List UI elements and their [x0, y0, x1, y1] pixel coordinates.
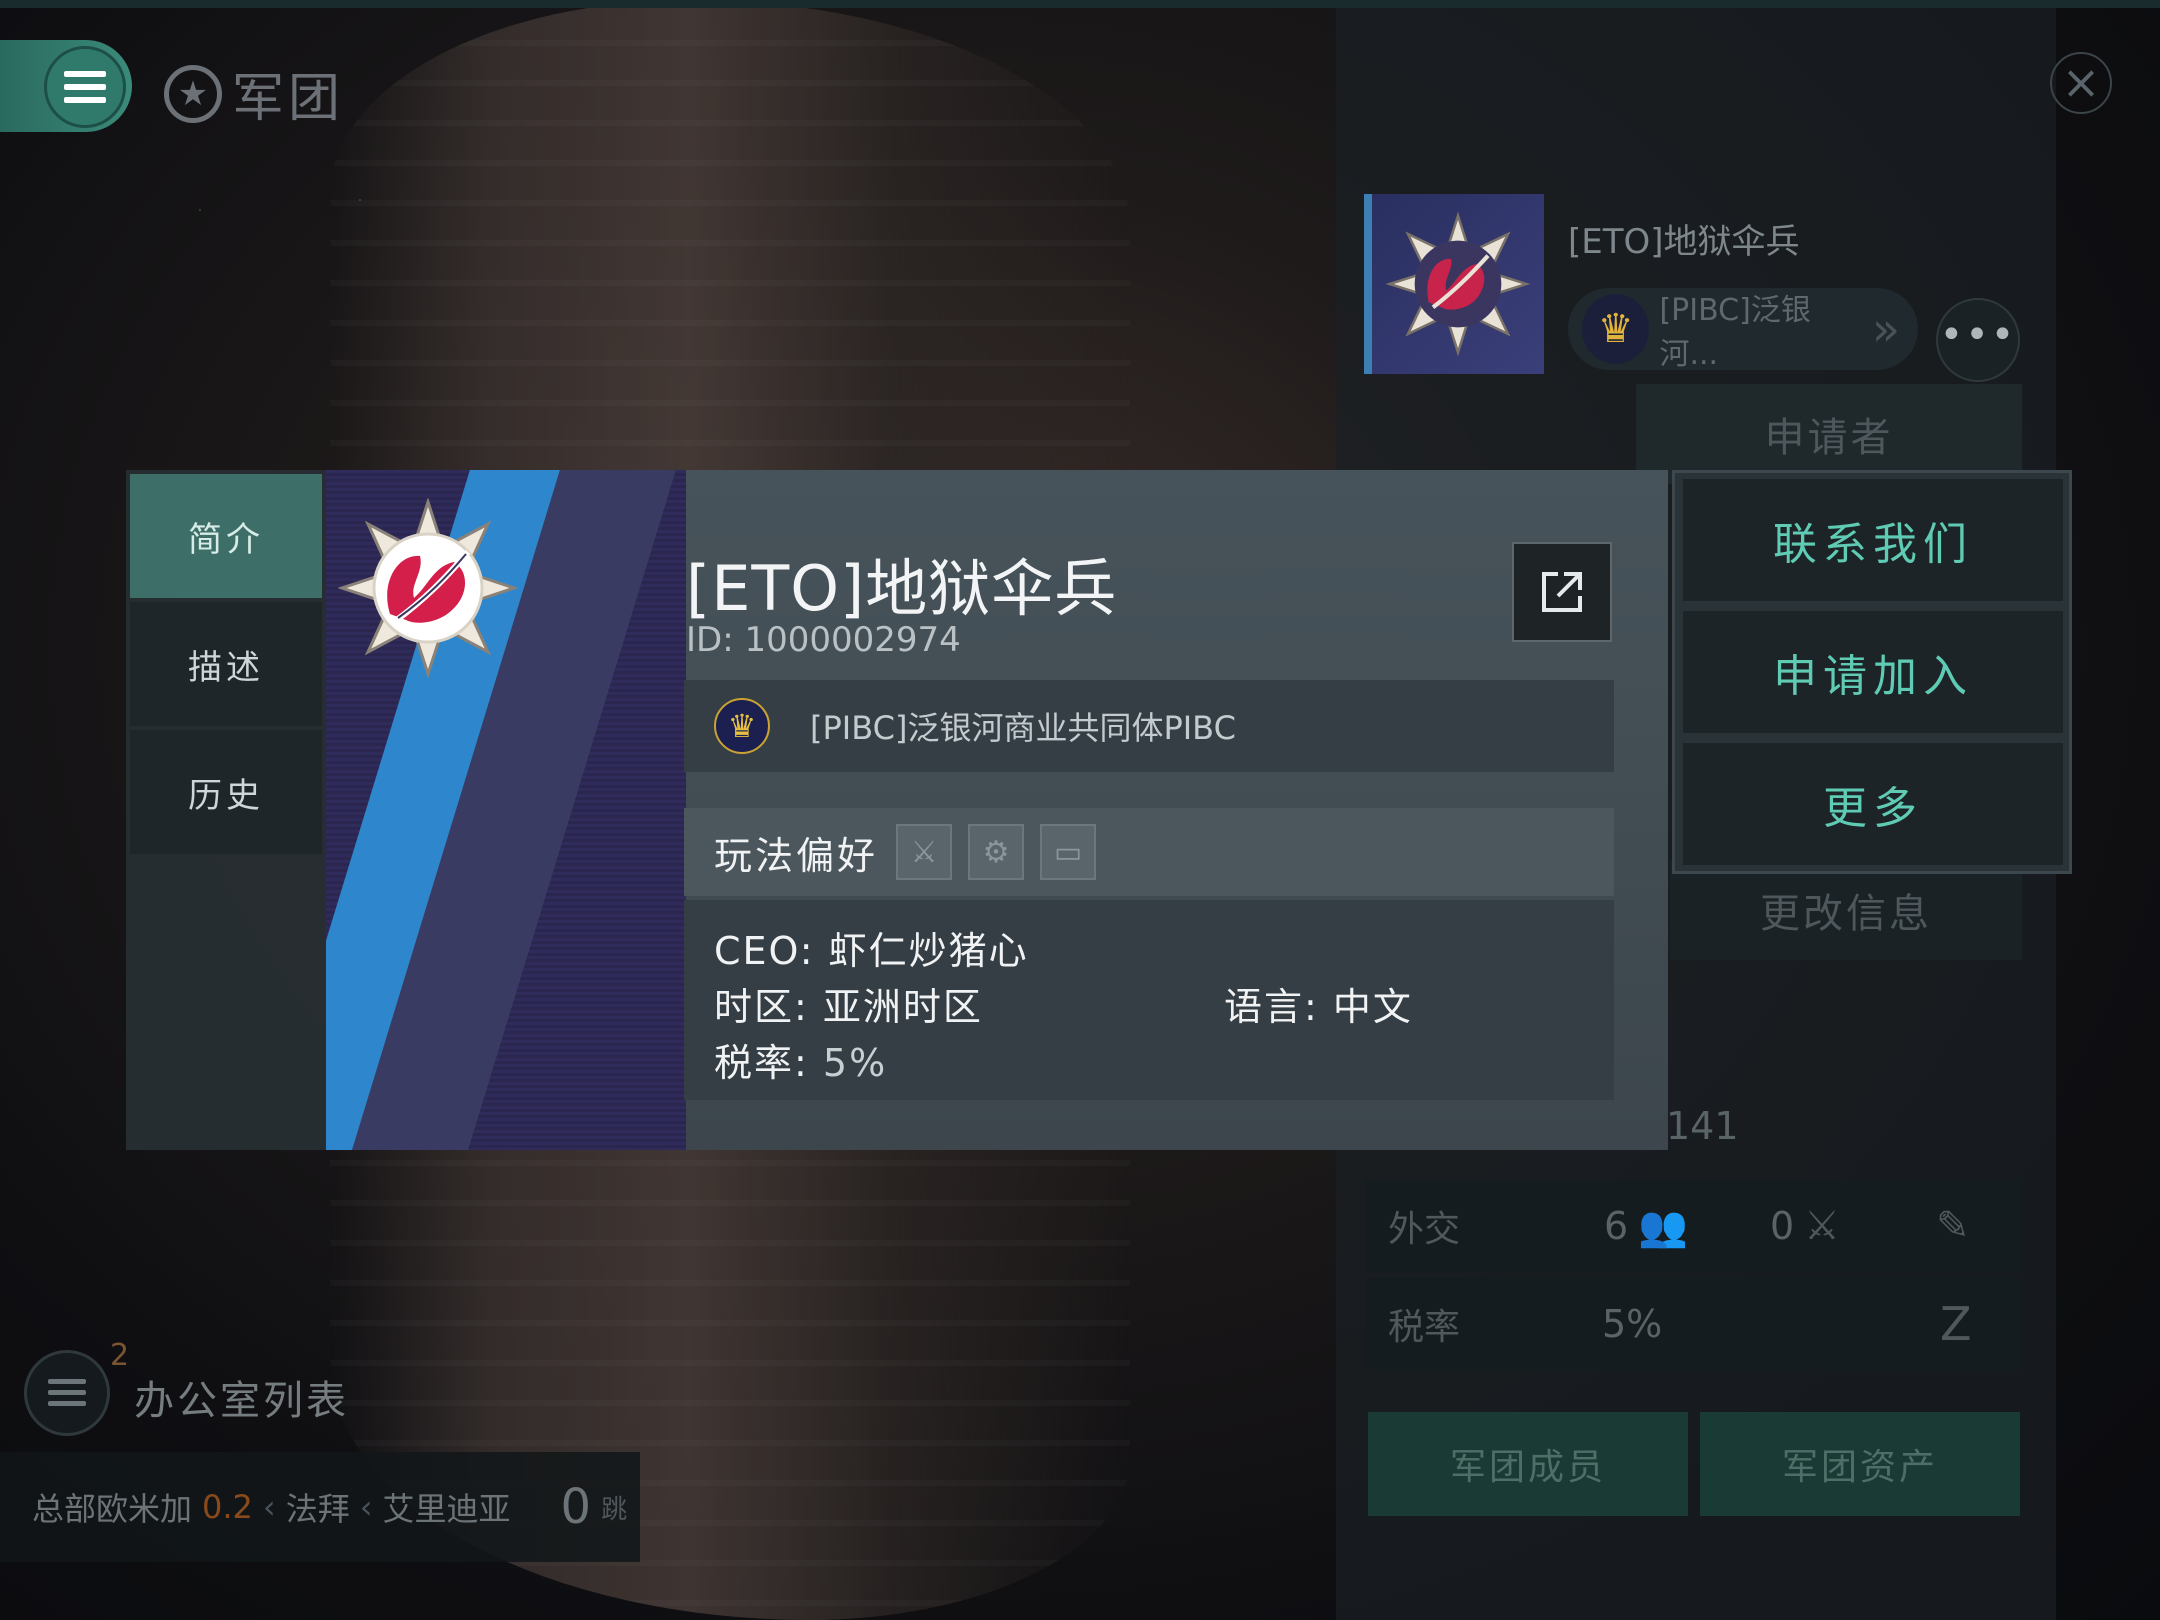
diplomacy-hostile-count: 0 — [1770, 1204, 1795, 1248]
action-column: 联系我们 申请加入 更多 — [1672, 470, 2072, 874]
tax-value: 5% — [1602, 1302, 1663, 1346]
office-list-label[interactable]: 办公室列表 — [134, 1368, 349, 1426]
top-edge — [0, 0, 2160, 8]
jump-count: 0 — [560, 1479, 592, 1535]
pvp-swords-icon[interactable]: ⚔ — [896, 824, 953, 880]
corp-star-icon: ★ — [164, 64, 222, 123]
tax-settings-icon[interactable]: Z — [1940, 1297, 1972, 1351]
tax-line: 税率: 5% — [714, 1032, 887, 1087]
corp-info-modal: 简介 描述 历史 [ETO]地狱伞兵 ID: 1000002974 ♛ [PIB… — [126, 470, 1668, 1150]
industry-gear-icon[interactable]: ⚙ — [968, 824, 1025, 880]
more-options-button[interactable]: ••• — [1936, 298, 2020, 382]
alliance-name-small: [PIBC]泛银河... — [1659, 293, 1811, 372]
tax-line-label: 税率: — [714, 1041, 823, 1085]
corp-assets-button[interactable]: 军团资产 — [1700, 1412, 2020, 1516]
modal-content: [ETO]地狱伞兵 ID: 1000002974 ♛ [PIBC]泛银河商业共同… — [326, 470, 1668, 1150]
tab-edit-info[interactable]: 更改信息 — [1670, 860, 2022, 960]
play-preference-label: 玩法偏好 — [714, 833, 879, 878]
tab-intro[interactable]: 简介 — [130, 474, 322, 598]
external-link-button[interactable] — [1512, 542, 1612, 642]
chevron-left-icon: ‹ — [262, 1488, 276, 1526]
friends-icon: 👥 — [1638, 1203, 1688, 1250]
tab-history[interactable]: 历史 — [130, 730, 322, 854]
page-header: ★ 军团 — [164, 56, 344, 131]
corp-header: [ETO]地狱伞兵 ♛ [PIBC]泛银河... » ••• — [1364, 194, 2024, 382]
crown-icon: ♛ — [1582, 294, 1650, 364]
timezone-line: 时区: 亚洲时区 — [714, 985, 983, 1029]
tab-applicants[interactable]: 申请者 — [1636, 384, 2022, 484]
ceo-line: CEO: 虾仁炒猪心 — [714, 929, 1029, 973]
apply-join-button[interactable]: 申请加入 — [1683, 611, 2063, 733]
hostile-swords-icon: ⚔ — [1804, 1203, 1840, 1249]
chevron-left-icon: ‹ — [359, 1488, 373, 1526]
external-link-icon — [1542, 572, 1582, 612]
chat-bubble-icon[interactable]: ▭ — [1040, 824, 1097, 880]
main-menu-button[interactable] — [0, 40, 132, 132]
chevron-right-icon: » — [1871, 302, 1900, 356]
tax-label: 税率 — [1388, 1307, 1461, 1348]
contact-us-button[interactable]: 联系我们 — [1683, 479, 2063, 601]
corp-name-small: [ETO]地狱伞兵 — [1568, 222, 1800, 262]
office-list-button[interactable] — [24, 1350, 110, 1436]
list-icon — [48, 1379, 86, 1407]
play-preference-row: 玩法偏好 ⚔ ⚙ ▭ — [684, 808, 1614, 896]
partial-value: 141 — [1666, 1104, 1739, 1148]
alliance-pill[interactable]: ♛ [PIBC]泛银河... » — [1568, 288, 1918, 372]
security-status: 0.2 — [202, 1488, 253, 1526]
alliance-name: [PIBC]泛银河商业共同体PIBC — [810, 709, 1236, 747]
modal-tab-bar: 简介 描述 历史 — [126, 470, 326, 1150]
hq-label: 总部欧米加 — [32, 1490, 193, 1528]
edit-icon[interactable]: ✎ — [1936, 1203, 1970, 1249]
tax-line-value: 5% — [822, 1041, 888, 1085]
language-line: 语言: 中文 — [1224, 985, 1413, 1029]
corp-id: ID: 1000002974 — [686, 620, 961, 660]
more-button[interactable]: 更多 — [1683, 743, 2063, 865]
corp-emblem-icon — [338, 498, 518, 678]
route-bar[interactable]: 总部欧米加 0.2 ‹ 法拜 ‹ 艾里迪亚 0 跳 — [0, 1452, 640, 1562]
alliance-row[interactable]: ♛ [PIBC]泛银河商业共同体PIBC — [684, 680, 1614, 772]
diplomacy-friendly-count: 6 — [1604, 1204, 1629, 1248]
office-count-badge: 2 — [110, 1338, 130, 1373]
page-title: 军团 — [232, 69, 345, 129]
more-dots-icon: ••• — [1939, 312, 2017, 358]
corp-name-title: [ETO]地狱伞兵 — [686, 552, 1118, 625]
corp-members-button[interactable]: 军团成员 — [1368, 1412, 1688, 1516]
tab-description[interactable]: 描述 — [130, 602, 322, 726]
tax-row: 税率 5% Z — [1366, 1278, 2022, 1370]
close-icon: × — [2061, 55, 2101, 109]
diplomacy-label: 外交 — [1388, 1209, 1461, 1250]
close-button[interactable]: × — [2050, 52, 2112, 114]
corp-logo-small — [1364, 194, 1544, 374]
menu-icon — [64, 71, 106, 103]
diplomacy-row: 外交 6 👥 0 ⚔ ✎ — [1366, 1180, 2022, 1272]
route-system-1: 法拜 — [285, 1490, 350, 1528]
corp-banner — [326, 470, 686, 1150]
crown-icon: ♛ — [714, 698, 770, 754]
corp-emblem-icon — [1385, 211, 1531, 357]
jump-label: 跳 — [601, 1494, 628, 1525]
route-system-2: 艾里迪亚 — [382, 1490, 511, 1528]
corp-details: CEO: 虾仁炒猪心 时区: 亚洲时区 语言: 中文 税率: 5% — [684, 900, 1614, 1100]
